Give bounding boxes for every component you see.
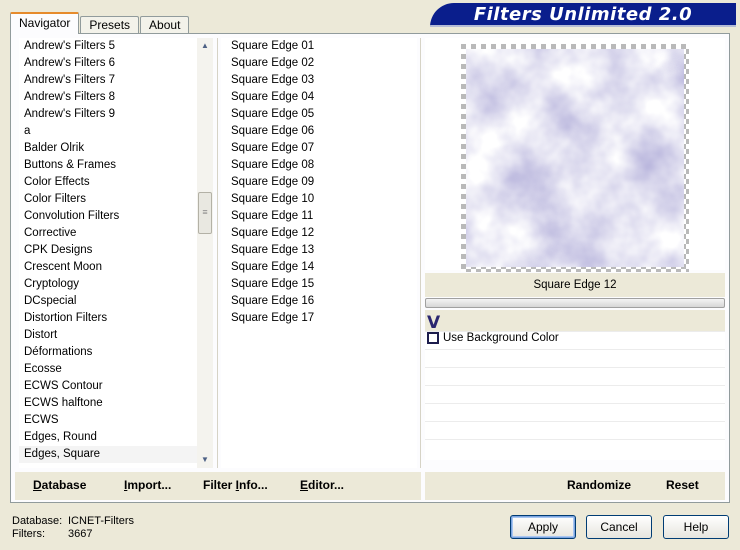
cancel-button[interactable]: Cancel [586, 515, 652, 539]
category-item[interactable]: ECWS Contour [19, 378, 207, 395]
category-item[interactable]: Edges, Round [19, 429, 207, 446]
apply-button[interactable]: Apply [510, 515, 576, 539]
preview-toolbar: Randomize Reset [425, 472, 725, 500]
filter-item[interactable]: Square Edge 06 [221, 123, 417, 140]
navigator-panel: Andrew's Filters 5 Andrew's Filters 6 Andr… [10, 33, 730, 503]
navigator-toolbar: Database Import... Filter Info... Editor… [15, 472, 421, 500]
filter-item[interactable]: Square Edge 02 [221, 55, 417, 72]
filter-preview-image [461, 44, 689, 272]
category-item[interactable]: Crescent Moon [19, 259, 207, 276]
tab-strip: Navigator Presets About [10, 12, 190, 34]
list-divider [217, 38, 218, 468]
preview-area [425, 38, 725, 272]
category-item[interactable]: Andrew's Filters 6 [19, 55, 207, 72]
use-background-color-label: Use Background Color [443, 332, 559, 344]
help-button[interactable]: Help [663, 515, 729, 539]
tab-navigator[interactable]: Navigator [10, 12, 80, 34]
editor-button[interactable]: Editor... [300, 478, 344, 492]
category-item[interactable]: Distortion Filters [19, 310, 207, 327]
database-button[interactable]: Database [33, 478, 86, 492]
database-info: Database: ICNET-Filters Filters: 3667 [12, 515, 134, 541]
scroll-thumb[interactable]: ≡ [198, 192, 212, 234]
category-item[interactable]: Color Effects [19, 174, 207, 191]
category-item[interactable]: Andrew's Filters 7 [19, 72, 207, 89]
filter-controls: V Use Background Color [425, 310, 725, 460]
filter-item[interactable]: Square Edge 17 [221, 310, 417, 327]
progress-bar [425, 298, 725, 308]
filter-item[interactable]: Square Edge 07 [221, 140, 417, 157]
category-item[interactable]: Color Filters [19, 191, 207, 208]
category-item[interactable]: Edges, Square [19, 446, 207, 463]
filter-item[interactable]: Square Edge 14 [221, 259, 417, 276]
filters-count-value: 3667 [68, 528, 93, 540]
category-item[interactable]: Distort [19, 327, 207, 344]
randomize-button[interactable]: Randomize [567, 478, 631, 492]
category-scrollbar[interactable]: ▲ ≡ ▼ [197, 38, 213, 468]
filter-item[interactable]: Square Edge 08 [221, 157, 417, 174]
category-item[interactable]: ECWS halftone [19, 395, 207, 412]
filter-item[interactable]: Square Edge 05 [221, 106, 417, 123]
category-item[interactable]: Déformations [19, 344, 207, 361]
category-item[interactable]: CPK Designs [19, 242, 207, 259]
scroll-up-arrow-icon[interactable]: ▲ [197, 38, 213, 54]
filter-item[interactable]: Square Edge 04 [221, 89, 417, 106]
preview-divider [420, 38, 421, 468]
use-background-color-checkbox[interactable] [427, 332, 439, 344]
category-item[interactable]: DCspecial [19, 293, 207, 310]
filter-item[interactable]: Square Edge 16 [221, 293, 417, 310]
tab-about[interactable]: About [140, 16, 190, 34]
category-item[interactable]: Ecosse [19, 361, 207, 378]
category-list[interactable]: Andrew's Filters 5 Andrew's Filters 6 Andr… [19, 38, 207, 468]
filter-item[interactable]: Square Edge 03 [221, 72, 417, 89]
filter-item[interactable]: Square Edge 01 [221, 38, 417, 55]
selected-filter-label: Square Edge 12 [425, 273, 725, 297]
filter-info-button[interactable]: Filter Info... [203, 478, 268, 492]
filter-item[interactable]: Square Edge 11 [221, 208, 417, 225]
import-button[interactable]: Import... [124, 478, 171, 492]
category-item[interactable]: a [19, 123, 207, 140]
category-item[interactable]: Corrective [19, 225, 207, 242]
category-item[interactable]: Convolution Filters [19, 208, 207, 225]
database-value: ICNET-Filters [68, 515, 134, 527]
filter-item[interactable]: Square Edge 13 [221, 242, 417, 259]
scroll-down-arrow-icon[interactable]: ▼ [197, 452, 213, 468]
filter-item[interactable]: Square Edge 12 [221, 225, 417, 242]
filter-item[interactable]: Square Edge 15 [221, 276, 417, 293]
tab-presets[interactable]: Presets [80, 16, 140, 34]
filters-count-label: Filters: [12, 528, 45, 540]
category-item[interactable]: Cryptology [19, 276, 207, 293]
filters-unlimited-dialog: Navigator Presets About Filters Unlimite… [0, 0, 740, 550]
app-banner-title: Filters Unlimited 2.0 [430, 3, 736, 27]
database-label: Database: [12, 515, 63, 527]
category-item[interactable]: ECWS [19, 412, 207, 429]
category-item[interactable]: Andrew's Filters 8 [19, 89, 207, 106]
filter-item[interactable]: Square Edge 09 [221, 174, 417, 191]
reset-button[interactable]: Reset [666, 478, 699, 492]
category-item[interactable]: Andrew's Filters 5 [19, 38, 207, 55]
category-item[interactable]: Balder Olrik [19, 140, 207, 157]
category-item[interactable]: Buttons & Frames [19, 157, 207, 174]
category-item[interactable]: Andrew's Filters 9 [19, 106, 207, 123]
use-background-color-checkbox-row[interactable]: Use Background Color [427, 330, 559, 346]
filter-item[interactable]: Square Edge 10 [221, 191, 417, 208]
filter-list[interactable]: Square Edge 01 Square Edge 02 Square Edge … [221, 38, 417, 468]
